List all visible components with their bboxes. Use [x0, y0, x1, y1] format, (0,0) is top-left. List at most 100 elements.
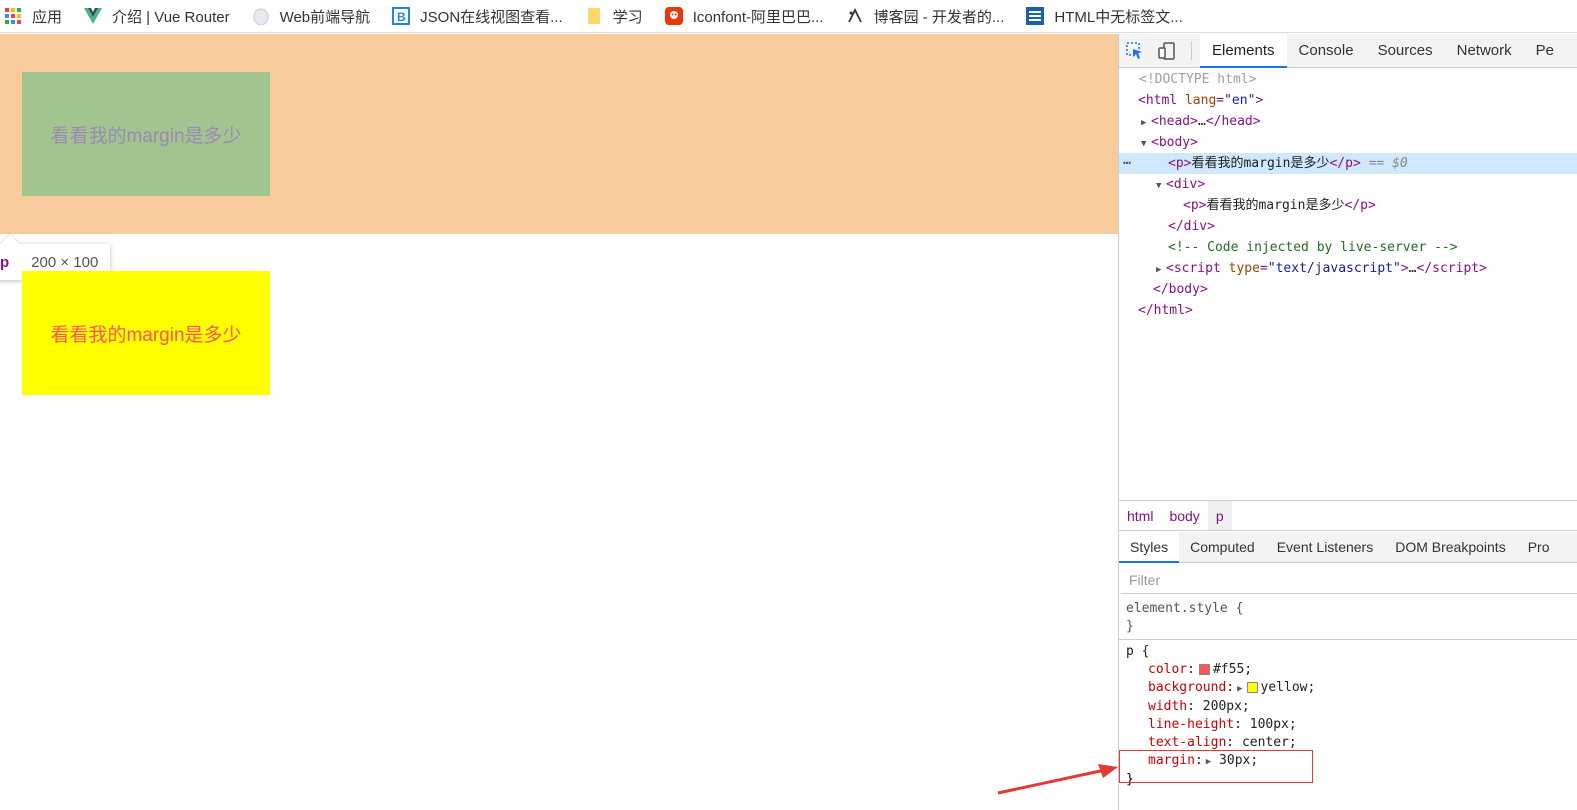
- expand-triangle-icon[interactable]: ▶: [1237, 684, 1242, 694]
- site-logo-icon: [1026, 7, 1045, 25]
- breadcrumb-p[interactable]: p: [1207, 501, 1232, 530]
- tag-name: div: [1173, 177, 1198, 192]
- tag-bracket: >: [1199, 282, 1208, 297]
- more-options-icon[interactable]: ⋯: [1123, 153, 1131, 174]
- folder-icon: [585, 7, 603, 25]
- tag-name: p: [1175, 156, 1184, 171]
- tag-bracket: <: [1151, 135, 1159, 150]
- yellow-paragraph[interactable]: 看看我的margin是多少: [22, 271, 270, 395]
- bookmark-iconfont[interactable]: Iconfont-阿里巴巴...: [664, 4, 846, 28]
- tooltip-tag: p: [0, 253, 10, 271]
- filter-placeholder: Filter: [1129, 571, 1161, 588]
- tag-bracket: >: [1479, 261, 1487, 276]
- inspect-cursor-icon: [1126, 41, 1142, 59]
- tag-name: p: [1190, 198, 1199, 213]
- style-prop-color[interactable]: color: #f55;: [1126, 661, 1577, 679]
- color-swatch-icon[interactable]: [1198, 664, 1210, 675]
- device-toolbar-button[interactable]: [1151, 34, 1183, 67]
- tab-dom-breakpoints[interactable]: DOM Breakpoints: [1384, 532, 1516, 562]
- tag-name: /p: [1337, 156, 1353, 171]
- expand-triangle-icon[interactable]: ▶: [1141, 113, 1151, 134]
- tab-sources[interactable]: Sources: [1366, 34, 1445, 67]
- tag-bracket: >: [1252, 114, 1261, 129]
- styles-filter-input[interactable]: Filter: [1121, 566, 1577, 594]
- bookmark-web-nav[interactable]: Web前端导航: [252, 4, 393, 28]
- element-style-rule[interactable]: element.style { }: [1119, 597, 1577, 640]
- tab-computed[interactable]: Computed: [1179, 532, 1266, 562]
- prop-value[interactable]: 100px;: [1250, 717, 1297, 732]
- device-toggle-icon: [1158, 41, 1175, 60]
- dom-node-div[interactable]: ▼ <div>: [1119, 174, 1577, 195]
- collapse-triangle-icon[interactable]: ▼: [1156, 176, 1166, 197]
- tag-bracket: >: [1207, 219, 1215, 234]
- iconfont-logo-icon: [664, 7, 683, 25]
- tag-name: /script: [1424, 261, 1480, 276]
- doctype-text: <!DOCTYPE html>: [1139, 72, 1257, 87]
- dom-node-body[interactable]: ▼ <body>: [1119, 132, 1577, 153]
- dom-node-html[interactable]: <html lang="en">: [1119, 90, 1577, 111]
- prop-colon: :: [1226, 680, 1235, 695]
- prop-value[interactable]: yellow;: [1261, 680, 1316, 695]
- prop-colon: :: [1187, 662, 1195, 677]
- breadcrumb-body[interactable]: body: [1161, 501, 1207, 530]
- breadcrumb-html[interactable]: html: [1119, 501, 1161, 530]
- bookmark-cnblogs[interactable]: 博客园 - 开发者的...: [846, 4, 1027, 28]
- prop-value[interactable]: center;: [1242, 735, 1297, 750]
- bookmark-label: Iconfont-阿里巴巴...: [692, 8, 824, 26]
- prop-value[interactable]: #f55;: [1213, 662, 1252, 677]
- tab-elements[interactable]: Elements: [1200, 34, 1287, 68]
- prop-name: background: [1148, 680, 1227, 695]
- dom-node-script[interactable]: ▶ <script type="text/javascript">…</scrip…: [1119, 258, 1577, 279]
- tab-network[interactable]: Network: [1445, 34, 1524, 67]
- style-prop-line-height[interactable]: line-height: 100px;: [1126, 716, 1577, 734]
- dom-node-head[interactable]: ▶ <head>…</head>: [1119, 111, 1577, 132]
- tab-console[interactable]: Console: [1287, 34, 1366, 67]
- attr-equals: =: [1216, 93, 1225, 108]
- tag-name: script: [1173, 261, 1221, 276]
- color-swatch-icon[interactable]: [1246, 682, 1258, 693]
- bookmark-json-viewer[interactable]: B JSON在线视图查看...: [392, 4, 585, 28]
- tab-event-listeners[interactable]: Event Listeners: [1266, 532, 1385, 562]
- b-logo-icon: B: [392, 7, 411, 25]
- dom-node-doctype[interactable]: <!DOCTYPE html>: [1119, 69, 1577, 90]
- bookmark-vue-router[interactable]: 介绍 | Vue Router: [84, 4, 252, 28]
- tab-styles[interactable]: Styles: [1119, 532, 1180, 563]
- rule-close: }: [1126, 619, 1134, 634]
- expand-triangle-icon[interactable]: ▶: [1156, 260, 1166, 281]
- tag-bracket: <: [1138, 93, 1146, 108]
- rule-selector: element.style {: [1126, 601, 1244, 616]
- bookmark-apps[interactable]: 应用: [0, 4, 84, 28]
- style-prop-width[interactable]: width: 200px;: [1126, 698, 1577, 716]
- tag-bracket: >: [1190, 114, 1198, 129]
- breadcrumb: html body p: [1119, 500, 1577, 531]
- tag-name: body: [1158, 135, 1191, 150]
- collapse-triangle-icon[interactable]: ▼: [1141, 134, 1151, 155]
- tab-properties[interactable]: Pro: [1517, 532, 1561, 562]
- bookmark-html-text[interactable]: HTML中无标签文...: [1026, 4, 1204, 28]
- selected-marker: == $0: [1368, 156, 1408, 171]
- dom-node-body-close[interactable]: </body>: [1119, 279, 1577, 300]
- tag-bracket: >: [1197, 177, 1206, 192]
- dom-node-div-close[interactable]: </div>: [1119, 216, 1577, 237]
- bookmark-folder-study[interactable]: 学习: [585, 4, 665, 28]
- page-viewport: 看看我的margin是多少 p 200 × 100 看看我的margin是多少: [0, 34, 1118, 810]
- inspect-element-button[interactable]: [1119, 34, 1151, 67]
- dom-node-inner-p[interactable]: <p>看看我的margin是多少</p>: [1119, 195, 1577, 216]
- rule-selector: p {: [1126, 644, 1150, 659]
- dom-node-p-selected[interactable]: ⋯ <p>看看我的margin是多少</p> == $0: [1119, 153, 1577, 174]
- prop-value[interactable]: 200px;: [1203, 699, 1250, 714]
- bookmark-label: JSON在线视图查看...: [420, 8, 563, 26]
- tag-bracket: <: [1205, 114, 1214, 129]
- dom-node-comment[interactable]: <!-- Code injected by live-server -->: [1119, 237, 1577, 258]
- svg-text:B: B: [397, 10, 406, 24]
- bookmarks-bar: 应用 介绍 | Vue Router Web前端导航 B JSON在线视图查看.…: [0, 0, 1577, 33]
- node-text: 看看我的margin是多少: [1191, 156, 1330, 171]
- highlighted-paragraph[interactable]: 看看我的margin是多少: [22, 72, 270, 196]
- bookmark-label: 博客园 - 开发者的...: [873, 8, 1005, 26]
- tab-performance[interactable]: Pe: [1524, 34, 1566, 67]
- dom-node-html-close[interactable]: </html>: [1119, 300, 1577, 321]
- prop-name: text-align: [1148, 735, 1227, 750]
- tag-bracket: >: [1184, 303, 1193, 318]
- tag-name: /div: [1175, 219, 1208, 234]
- style-prop-background[interactable]: background: ▶ yellow;: [1126, 679, 1577, 698]
